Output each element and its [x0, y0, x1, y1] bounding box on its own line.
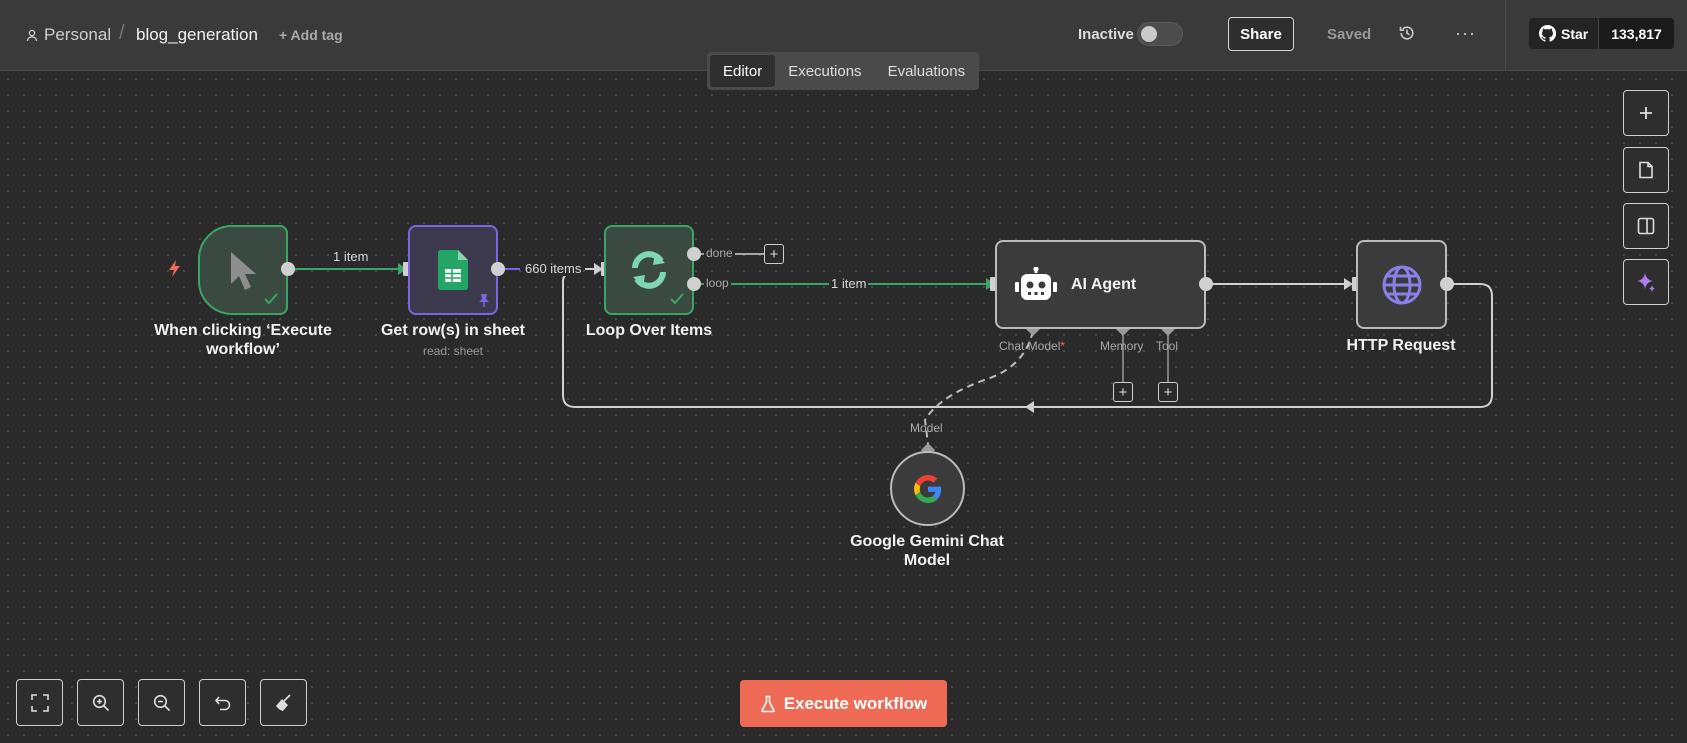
success-check-icon [264, 293, 278, 305]
edge-arrow [1025, 401, 1034, 413]
google-icon [913, 474, 941, 503]
memory-port-label: Memory [1100, 339, 1144, 353]
loop-done-label: done [704, 246, 735, 260]
tool-port-label: Tool [1156, 339, 1179, 353]
add-node-done-button[interactable]: + [764, 244, 784, 264]
required-mark: * [1060, 339, 1066, 353]
connections-layer [288, 253, 1493, 457]
zoom-in-button[interactable] [77, 679, 124, 726]
node-title-agent: AI Agent [1071, 275, 1137, 293]
tidy-up-button[interactable] [260, 679, 307, 726]
node-http-request[interactable] [1356, 240, 1447, 329]
trigger-output-handle[interactable] [281, 262, 295, 276]
note-icon [1639, 161, 1653, 179]
add-tool-button[interactable]: + [1158, 382, 1178, 402]
success-check-icon [670, 293, 684, 305]
tab-evaluations[interactable]: Evaluations [875, 55, 979, 87]
loop-done-handle[interactable] [687, 247, 701, 261]
zoom-in-icon [92, 694, 109, 711]
node-manual-trigger[interactable] [198, 225, 288, 315]
fit-view-button[interactable] [16, 679, 63, 726]
node-title-http: HTTP Request [1346, 337, 1456, 354]
lightning-icon [169, 260, 180, 277]
edge-label-sheet-loop: 660 items [523, 261, 584, 276]
tab-editor[interactable]: Editor [710, 55, 776, 87]
node-title-gemini: Google Gemini Chat Model [850, 533, 1004, 569]
google-sheets-icon [438, 250, 468, 290]
robot-icon [1015, 266, 1057, 300]
loop-loop-handle[interactable] [687, 277, 701, 291]
node-subtitle-sheet: read: sheet [422, 344, 484, 358]
add-memory-button[interactable]: + [1113, 382, 1133, 402]
undo-icon [214, 695, 230, 710]
chat-model-label: Chat Model [999, 339, 1061, 353]
node-google-sheets[interactable] [408, 225, 498, 315]
cursor-icon [231, 252, 256, 290]
ai-assistant-button[interactable] [1623, 259, 1669, 305]
node-title-trigger: When clicking ‘Execute workflow’ [154, 322, 332, 358]
zoom-out-icon [153, 694, 170, 711]
gemini-model-port-label: Model [910, 421, 943, 435]
node-title-sheet: Get row(s) in sheet [380, 322, 526, 339]
plus-icon [1640, 107, 1652, 119]
view-tabs: Editor Executions Evaluations [707, 52, 979, 90]
http-output-handle[interactable] [1440, 277, 1454, 291]
edge-label-loop-agent: 1 item [829, 276, 869, 291]
node-loop-over-items[interactable] [604, 225, 694, 315]
globe-icon [1382, 265, 1421, 304]
execute-workflow-label: Execute workflow [783, 693, 928, 713]
edge-label-trigger-sheet: 1 item [331, 249, 371, 264]
broom-icon [275, 693, 291, 711]
add-sticky-note-button[interactable] [1623, 147, 1669, 193]
toggle-panel-button[interactable] [1623, 203, 1669, 249]
sparkle-icon [1637, 273, 1655, 292]
reset-zoom-button[interactable] [199, 679, 246, 726]
loop-icon [632, 251, 666, 289]
loop-loop-label: loop [704, 276, 731, 290]
node-title-loop: Loop Over Items [585, 322, 713, 339]
panel-icon [1637, 217, 1655, 235]
agent-output-handle[interactable] [1199, 277, 1213, 291]
add-node-button[interactable] [1623, 90, 1669, 136]
pin-icon [479, 294, 489, 307]
fullscreen-icon [30, 693, 49, 712]
zoom-out-button[interactable] [138, 679, 185, 726]
chat-model-port-label: Chat Model* [999, 339, 1065, 353]
flask-icon [760, 695, 775, 712]
sheet-output-handle[interactable] [491, 262, 505, 276]
node-ai-agent[interactable]: AI Agent [995, 240, 1206, 329]
tab-executions[interactable]: Executions [775, 55, 874, 87]
node-gemini-chat-model[interactable] [890, 451, 965, 526]
execute-workflow-button[interactable]: Execute workflow [740, 680, 947, 727]
